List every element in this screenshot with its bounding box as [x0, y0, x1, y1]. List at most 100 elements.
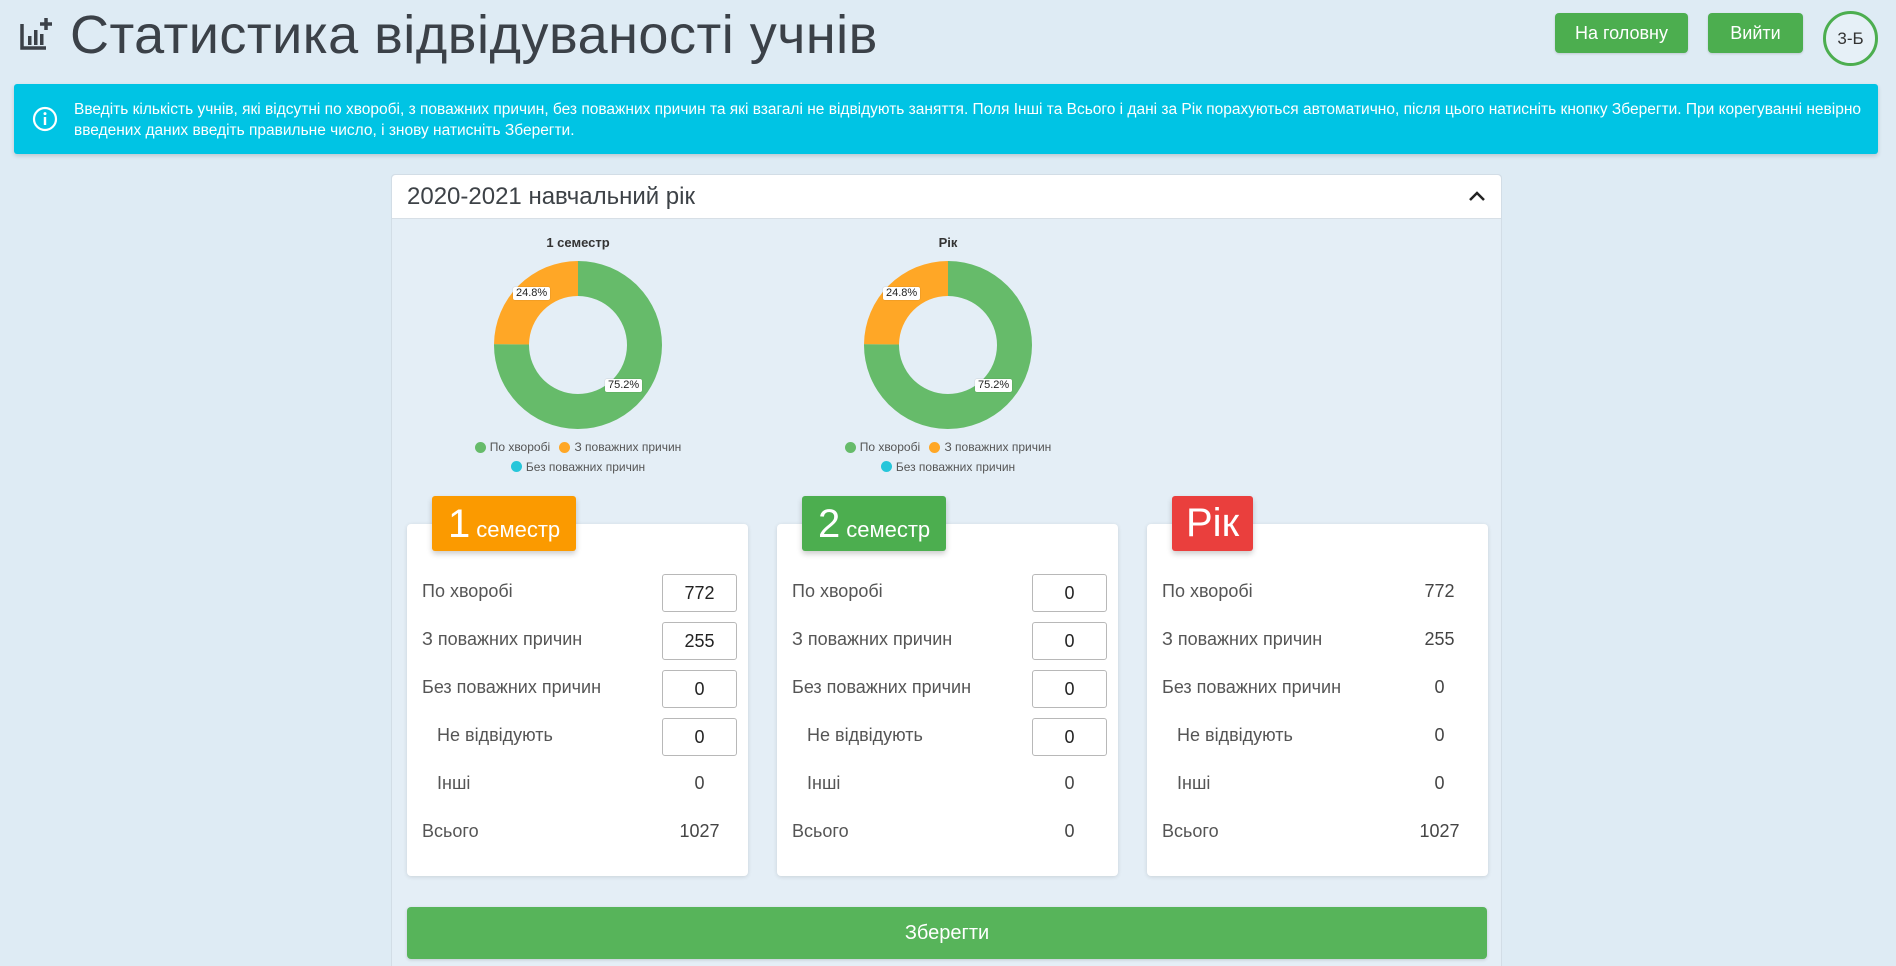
legend-item-excused[interactable]: З поважних причин [929, 438, 1051, 456]
legend-dot [929, 441, 941, 453]
row-label: Не відвідують [437, 725, 553, 745]
save-button[interactable]: Зберегти [407, 907, 1487, 959]
row-other: Інші 0 [1162, 764, 1472, 804]
total-value: 0 [1064, 821, 1075, 841]
page-title: Статистика відвідуваності учнів [70, 5, 878, 65]
legend-item-excused[interactable]: З поважних причин [559, 438, 681, 456]
card-year: Рік По хворобі 772 З поважних причин 255… [1147, 496, 1488, 876]
info-icon [32, 106, 58, 132]
row-other: Інші 0 [422, 764, 732, 804]
total-value: 1027 [679, 821, 720, 841]
absent-value: 0 [1434, 725, 1445, 745]
chart-legend: По хворобі З поважних причин Без поважни… [838, 438, 1058, 477]
tag-word: Рік [1186, 501, 1240, 545]
legend-label: Без поважних причин [895, 459, 1016, 474]
class-badge[interactable]: 3-Б [1823, 11, 1878, 66]
row-illness: По хворобі [422, 572, 737, 612]
legend-dot [474, 441, 486, 453]
logout-button[interactable]: Вийти [1708, 13, 1803, 53]
legend-label: З поважних причин [944, 440, 1052, 454]
unexcused-input[interactable] [1032, 670, 1107, 708]
row-label: Без поважних причин [422, 677, 602, 697]
total-value: 1027 [1419, 821, 1460, 841]
other-value: 0 [1434, 773, 1445, 793]
row-label: По хворобі [1162, 581, 1253, 601]
row-label: По хворобі [422, 581, 513, 601]
row-label: Всього [792, 821, 849, 841]
absent-input[interactable] [662, 718, 737, 756]
row-label: Не відвідують [807, 725, 923, 745]
row-illness: По хворобі 772 [1162, 572, 1472, 612]
data-label-excused: 24.8% [883, 287, 921, 300]
card-tag: Рік [1172, 496, 1254, 551]
row-label: Не відвідують [1177, 725, 1293, 745]
chart-semester-1: 1 семестр 24.8% 75.2% По хворобі З поваж… [468, 226, 688, 476]
row-excused: З поважних причин 255 [1162, 620, 1472, 660]
chart-legend: По хворобі З поважних причин Без поважни… [468, 438, 688, 477]
panel-header[interactable]: 2020-2021 навчальний рік [392, 175, 1501, 219]
other-value: 0 [1064, 773, 1075, 793]
row-absent: Не відвідують [792, 716, 1107, 756]
legend-label: По хворобі [489, 440, 551, 454]
card-semester-1: 1 семестр По хворобі З поважних причин Б… [407, 496, 748, 876]
row-excused: З поважних причин [792, 620, 1107, 660]
row-total: Всього 0 [792, 812, 1102, 852]
unexcused-input[interactable] [662, 670, 737, 708]
row-label: Інші [807, 773, 841, 793]
tag-word: семестр [476, 517, 561, 542]
legend-dot [844, 441, 856, 453]
other-value: 0 [694, 773, 705, 793]
legend-label: Без поважних причин [525, 459, 646, 474]
row-label: З поважних причин [422, 629, 583, 649]
info-text: Введіть кількість учнів, які відсутні по… [74, 101, 1862, 139]
row-label: Без поважних причин [1162, 677, 1342, 697]
legend-item-unexcused[interactable]: Без поважних причин [510, 458, 646, 476]
row-label: З поважних причин [792, 629, 953, 649]
row-unexcused: Без поважних причин [422, 668, 737, 708]
chart-title: 1 семестр [546, 235, 610, 250]
data-label-illness: 75.2% [975, 379, 1013, 392]
row-other: Інші 0 [792, 764, 1102, 804]
legend-item-illness[interactable]: По хворобі [844, 438, 921, 456]
page-header: Статистика відвідуваності учнів На голов… [0, 0, 1896, 70]
illness-value: 772 [1424, 581, 1455, 601]
tag-number: 1 [448, 502, 471, 546]
chart-year: Рік 24.8% 75.2% По хворобі З поважних пр… [838, 226, 1058, 476]
home-button[interactable]: На головну [1555, 13, 1688, 53]
legend-item-illness[interactable]: По хворобі [474, 438, 551, 456]
data-label-excused: 24.8% [513, 287, 551, 300]
tag-word: семестр [846, 517, 931, 542]
slice-excused[interactable] [494, 261, 578, 345]
tag-number: 2 [818, 502, 841, 546]
excused-input[interactable] [1032, 622, 1107, 660]
row-absent: Не відвідують [422, 716, 737, 756]
legend-item-unexcused[interactable]: Без поважних причин [880, 458, 1016, 476]
chart-title: Рік [938, 235, 958, 250]
row-absent: Не відвідують 0 [1162, 716, 1472, 756]
legend-dot [880, 461, 892, 472]
row-illness: По хворобі [792, 572, 1107, 612]
row-total: Всього 1027 [422, 812, 732, 852]
card-tag: 1 семестр [432, 496, 577, 551]
row-label: Всього [1162, 821, 1219, 841]
row-label: Всього [422, 821, 479, 841]
legend-label: По хворобі [859, 440, 921, 454]
row-total: Всього 1027 [1162, 812, 1472, 852]
legend-dot [559, 441, 571, 453]
illness-input[interactable] [1032, 574, 1107, 612]
row-label: З поважних причин [1162, 629, 1323, 649]
card-tag: 2 семестр [802, 496, 947, 551]
chevron-up-icon[interactable] [1467, 187, 1487, 207]
excused-value: 255 [1424, 629, 1455, 649]
legend-label: З поважних причин [574, 440, 682, 454]
row-excused: З поважних причин [422, 620, 737, 660]
row-label: Без поважних причин [792, 677, 972, 697]
illness-input[interactable] [662, 574, 737, 612]
excused-input[interactable] [662, 622, 737, 660]
slice-excused[interactable] [864, 261, 948, 345]
absent-input[interactable] [1032, 718, 1107, 756]
row-unexcused: Без поважних причин 0 [1162, 668, 1472, 708]
row-unexcused: Без поважних причин [792, 668, 1107, 708]
chart-add-icon [20, 18, 52, 50]
unexcused-value: 0 [1434, 677, 1445, 697]
